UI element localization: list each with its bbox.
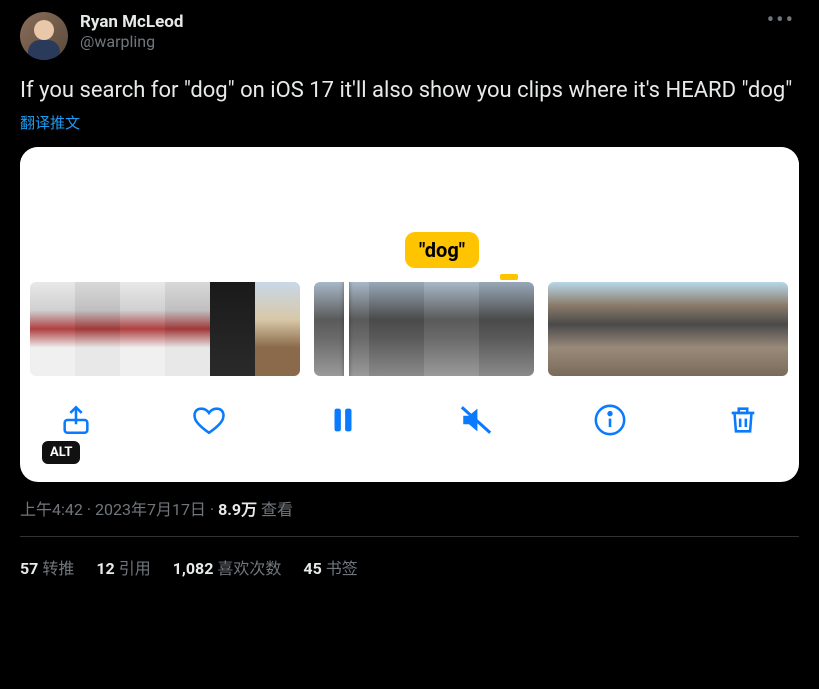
quotes-stat[interactable]: 12引用 xyxy=(96,555,150,579)
avatar[interactable] xyxy=(20,12,68,60)
like-button[interactable] xyxy=(191,402,227,438)
delete-button[interactable] xyxy=(725,402,761,438)
tweet-time[interactable]: 上午4:42 xyxy=(20,500,83,519)
video-frame xyxy=(424,282,479,376)
tweet-date[interactable]: 2023年7月17日 xyxy=(95,500,206,519)
video-frame xyxy=(75,282,120,376)
video-frame xyxy=(548,282,588,376)
video-timeline[interactable] xyxy=(20,282,799,378)
video-frame xyxy=(210,282,255,376)
pause-icon xyxy=(326,403,360,437)
video-frame xyxy=(588,282,628,376)
pause-button[interactable] xyxy=(325,402,361,438)
media-top-area: "dog" xyxy=(20,147,799,282)
tweet-text: If you search for "dog" on iOS 17 it'll … xyxy=(20,76,799,106)
clip-group-2[interactable] xyxy=(314,282,534,376)
alt-text-badge[interactable]: ALT xyxy=(42,441,80,464)
translate-link[interactable]: 翻译推文 xyxy=(20,112,80,133)
more-options-button[interactable]: ••• xyxy=(763,12,799,30)
share-icon xyxy=(59,403,93,437)
video-frame xyxy=(314,282,369,376)
trash-icon xyxy=(726,403,760,437)
heart-icon xyxy=(192,403,226,437)
video-frame xyxy=(628,282,668,376)
bookmarks-stat[interactable]: 45书签 xyxy=(303,555,357,579)
media-toolbar xyxy=(20,378,799,448)
caption-marker xyxy=(500,274,518,280)
clip-group-3[interactable] xyxy=(548,282,788,376)
view-count: 8.9万 xyxy=(218,500,257,519)
video-frame xyxy=(668,282,708,376)
author-names[interactable]: Ryan McLeod @warpling xyxy=(80,12,751,51)
share-button[interactable] xyxy=(58,402,94,438)
playhead-handle[interactable] xyxy=(344,282,349,376)
mute-button[interactable] xyxy=(458,402,494,438)
video-frame xyxy=(708,282,748,376)
tweet-container: Ryan McLeod @warpling ••• If you search … xyxy=(0,0,819,609)
caption-bubble: "dog" xyxy=(405,232,479,268)
info-button[interactable] xyxy=(592,402,628,438)
tweet-header: Ryan McLeod @warpling ••• xyxy=(20,12,799,60)
speaker-muted-icon xyxy=(459,403,493,437)
engagement-stats: 57转推 12引用 1,082喜欢次数 45书签 xyxy=(20,537,799,597)
user-handle: @warpling xyxy=(80,32,751,51)
video-frame xyxy=(748,282,788,376)
display-name: Ryan McLeod xyxy=(80,12,751,32)
retweets-stat[interactable]: 57转推 xyxy=(20,555,74,579)
video-frame xyxy=(120,282,165,376)
clip-group-1[interactable] xyxy=(30,282,300,376)
video-frame xyxy=(479,282,534,376)
tweet-metadata: 上午4:42 · 2023年7月17日 · 8.9万 查看 xyxy=(20,496,799,537)
video-frame xyxy=(165,282,210,376)
info-icon xyxy=(593,403,627,437)
video-frame xyxy=(255,282,300,376)
view-label: 查看 xyxy=(257,500,293,519)
likes-stat[interactable]: 1,082喜欢次数 xyxy=(173,555,282,579)
video-frame xyxy=(30,282,75,376)
video-frame xyxy=(369,282,424,376)
media-attachment[interactable]: "dog" xyxy=(20,147,799,482)
